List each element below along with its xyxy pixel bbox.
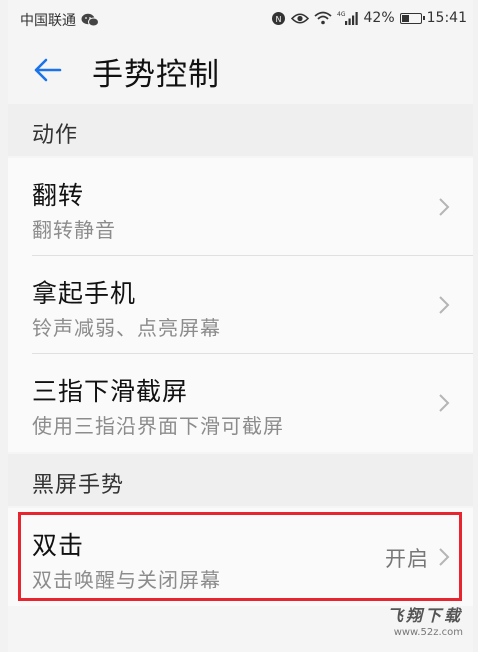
- section-title: 黑屏手势: [32, 473, 125, 498]
- item-subtitle: 双击唤醒与关闭屏幕: [32, 568, 221, 592]
- list-item-flip[interactable]: 翻转 翻转静音: [8, 158, 473, 256]
- battery-percent: 42%: [363, 10, 395, 26]
- section-header-actions: 动作: [8, 104, 473, 156]
- watermark: 飞翔下载 www.52z.com: [387, 602, 463, 638]
- item-status-value: 开启: [385, 547, 429, 571]
- nfc-icon: N: [271, 11, 286, 26]
- item-title: 翻转: [32, 181, 85, 210]
- battery-icon: [399, 12, 425, 24]
- svg-text:N: N: [275, 15, 281, 24]
- wechat-icon: [81, 13, 99, 27]
- list-item-three-finger-screenshot[interactable]: 三指下滑截屏 使用三指沿界面下滑可截屏: [8, 354, 473, 452]
- list-item-double-tap[interactable]: 双击 双击唤醒与关闭屏幕 开启: [8, 508, 473, 606]
- status-left: 中国联通: [20, 10, 99, 30]
- page-title: 手势控制: [92, 57, 220, 93]
- clock: 15:41: [426, 10, 467, 26]
- wifi-icon: [313, 11, 332, 25]
- app-bar: 手势控制: [8, 38, 473, 102]
- status-bar: 中国联通 N 4G 42% 15:41: [8, 0, 473, 38]
- screen: 中国联通 N 4G 42% 15:41 手势控制 动作 翻转 翻转静音 拿起手机…: [8, 0, 473, 652]
- item-subtitle: 铃声减弱、点亮屏幕: [32, 316, 221, 340]
- status-right: N 4G 42% 15:41: [271, 10, 467, 26]
- chevron-right-icon: [439, 394, 450, 412]
- list-item-pickup[interactable]: 拿起手机 铃声减弱、点亮屏幕: [8, 256, 473, 354]
- chevron-right-icon: [439, 198, 450, 216]
- chevron-right-icon: [439, 548, 450, 566]
- chevron-right-icon: [439, 296, 450, 314]
- watermark-url: www.52z.com: [393, 627, 463, 638]
- item-subtitle: 翻转静音: [32, 218, 116, 242]
- section-header-screen-off-gestures: 黑屏手势: [8, 454, 473, 506]
- item-subtitle: 使用三指沿界面下滑可截屏: [32, 414, 284, 438]
- item-title: 三指下滑截屏: [32, 377, 189, 406]
- carrier-name: 中国联通: [20, 13, 76, 29]
- arrow-left-icon[interactable]: [32, 54, 64, 86]
- item-title: 双击: [32, 531, 85, 560]
- item-title: 拿起手机: [32, 279, 137, 308]
- signal-icon: 4G: [337, 11, 359, 25]
- eye-comfort-icon: [290, 12, 309, 25]
- watermark-title: 飞翔下载: [386, 606, 463, 625]
- svg-text:4G: 4G: [337, 11, 346, 18]
- section-title: 动作: [32, 123, 79, 148]
